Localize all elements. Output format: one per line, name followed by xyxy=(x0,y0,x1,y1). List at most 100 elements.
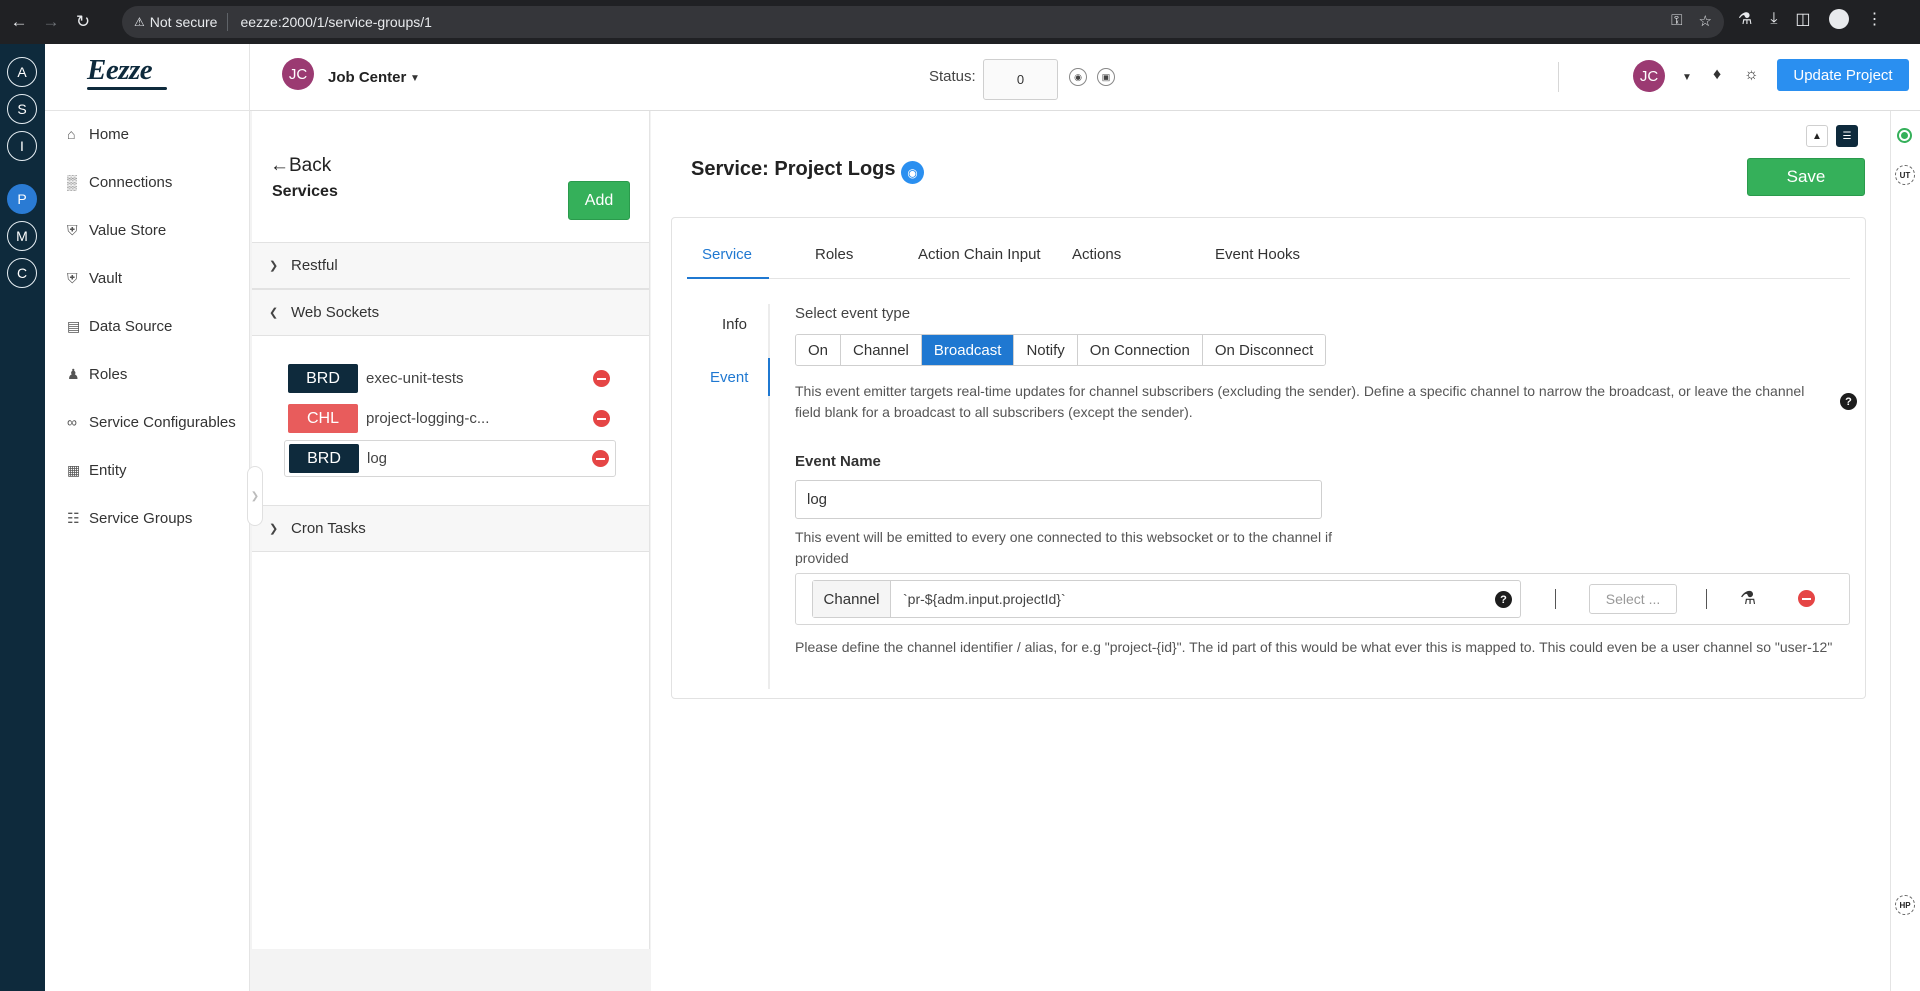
menu-dots-icon[interactable]: ⋮ xyxy=(1867,9,1883,29)
chevron-down-icon[interactable]: ▼ xyxy=(410,73,420,84)
chevron-right-icon: ❯ xyxy=(269,523,279,535)
service-name: exec-unit-tests xyxy=(366,370,464,387)
right-utility-strip: UT HP xyxy=(1890,111,1920,991)
user-avatar[interactable]: JC xyxy=(1633,60,1665,92)
project-avatar[interactable]: JC xyxy=(282,58,314,90)
top-header: JC Job Center ▼ Status: 0 ◉ ▣ JC ▼ ♦ ☼ U… xyxy=(250,44,1920,111)
rail-button-c[interactable]: C xyxy=(7,258,37,288)
eye-icon[interactable]: ◉ xyxy=(901,161,924,184)
event-name-label: Event Name xyxy=(795,453,881,470)
service-item-exec-unit-tests[interactable]: BRD exec-unit-tests xyxy=(284,360,616,397)
channel-hint: Please define the channel identifier / a… xyxy=(795,639,1833,655)
channel-label: Channel xyxy=(813,581,891,617)
test-flask-icon[interactable]: ⚗ xyxy=(1740,588,1756,609)
group-restful[interactable]: ❯ Restful xyxy=(252,242,649,289)
side-panel-icon[interactable]: ◫ xyxy=(1795,9,1810,29)
group-web-sockets[interactable]: ❮ Web Sockets xyxy=(252,289,649,336)
rail-button-p[interactable]: P xyxy=(7,184,37,214)
event-type-channel[interactable]: Channel xyxy=(841,335,922,365)
back-link[interactable]: ←Back xyxy=(270,155,331,177)
sidebar-item-service-groups[interactable]: ☷ Service Groups xyxy=(67,506,192,530)
logo[interactable]: Eezze xyxy=(87,54,153,87)
service-item-project-logging[interactable]: CHL project-logging-c... xyxy=(284,400,616,437)
rail-button-m[interactable]: M xyxy=(7,221,37,251)
back-arrow-icon[interactable]: ← xyxy=(6,9,32,35)
table-icon: ▦ xyxy=(67,461,81,478)
profile-icon[interactable] xyxy=(1828,9,1849,29)
url-text: eezze:2000/1/service-groups/1 xyxy=(240,14,432,30)
tab-roles[interactable]: Roles xyxy=(815,246,853,263)
rail-button-i[interactable]: I xyxy=(7,131,37,161)
remove-icon[interactable] xyxy=(593,370,610,387)
save-button[interactable]: Save xyxy=(1747,158,1865,196)
stop-icon[interactable]: ▣ xyxy=(1097,68,1115,86)
panel-collapse-handle[interactable]: ❯ xyxy=(247,466,263,526)
form-view-icon[interactable]: ☰ xyxy=(1836,125,1858,147)
rail-button-s[interactable]: S xyxy=(7,94,37,124)
project-name[interactable]: Job Center xyxy=(328,69,406,86)
mapping-select[interactable]: Select ... xyxy=(1589,584,1677,614)
event-name-input[interactable]: log xyxy=(795,480,1322,519)
event-type-on-disconnect[interactable]: On Disconnect xyxy=(1202,335,1326,365)
subnav-event[interactable]: Event xyxy=(710,369,748,386)
event-type-selector: On Channel Broadcast Notify On Connectio… xyxy=(795,334,1327,366)
workspace-rail: A S I P M C xyxy=(0,44,45,991)
update-project-button[interactable]: Update Project xyxy=(1777,59,1909,91)
remove-icon[interactable] xyxy=(1798,590,1815,607)
remove-icon[interactable] xyxy=(592,450,609,467)
channel-input-group: Channel `pr-${adm.input.projectId}` ? xyxy=(812,580,1521,618)
tab-action-chain-input[interactable]: Action Chain Input xyxy=(918,246,1041,263)
database-icon: ▤ xyxy=(67,317,81,334)
event-type-broadcast[interactable]: Broadcast xyxy=(921,335,1015,365)
service-item-log[interactable]: BRD log xyxy=(284,440,616,477)
channel-input[interactable]: `pr-${adm.input.projectId}` xyxy=(903,591,1066,607)
sidebar-item-vault[interactable]: ⛨ Vault xyxy=(67,266,122,290)
sidebar-item-data-source[interactable]: ▤ Data Source xyxy=(67,314,172,338)
graph-view-icon[interactable]: ▲ xyxy=(1806,125,1828,147)
event-type-label: Select event type xyxy=(795,305,911,322)
tab-actions[interactable]: Actions xyxy=(1072,246,1121,263)
bug-icon[interactable]: ☼ xyxy=(1744,66,1759,84)
key-icon[interactable]: ⚿ xyxy=(1671,12,1682,30)
sidebar-item-roles[interactable]: ♟ Roles xyxy=(67,362,127,386)
sidebar-item-service-configurables[interactable]: ∞ Service Configurables xyxy=(67,410,236,434)
event-description: This event emitter targets real-time upd… xyxy=(795,383,1805,420)
event-type-on-connection[interactable]: On Connection xyxy=(1077,335,1203,365)
group-label: Web Sockets xyxy=(291,304,380,321)
tab-event-hooks[interactable]: Event Hooks xyxy=(1215,246,1300,263)
address-bar[interactable]: ⚠ Not secure eezze:2000/1/service-groups… xyxy=(122,6,1724,38)
event-type-on[interactable]: On xyxy=(796,335,842,365)
forward-arrow-icon[interactable]: → xyxy=(38,9,64,35)
reload-icon[interactable]: ↻ xyxy=(70,9,96,35)
chevron-down-icon: ❮ xyxy=(269,307,279,319)
bell-icon[interactable]: ♦ xyxy=(1713,66,1721,84)
active-tab-indicator xyxy=(687,277,769,279)
subnav-info[interactable]: Info xyxy=(722,316,747,333)
bookmark-star-icon[interactable]: ☆ xyxy=(1699,12,1712,30)
hp-badge[interactable]: HP xyxy=(1895,895,1915,915)
ut-badge[interactable]: UT xyxy=(1895,165,1915,185)
sidebar-item-entity[interactable]: ▦ Entity xyxy=(67,458,127,482)
status-indicator-icon[interactable] xyxy=(1897,128,1912,143)
divider xyxy=(1706,589,1707,609)
download-icon[interactable]: ⤓ xyxy=(1770,10,1777,28)
add-service-button[interactable]: Add xyxy=(568,181,630,220)
chevron-down-icon[interactable]: ▼ xyxy=(1682,72,1692,83)
remove-icon[interactable] xyxy=(593,410,610,427)
sidebar-item-value-store[interactable]: ⛨ Value Store xyxy=(67,218,166,242)
logo-underline xyxy=(87,87,167,90)
sidebar-item-home[interactable]: ⌂ Home xyxy=(67,122,129,146)
rail-button-a[interactable]: A xyxy=(7,57,37,87)
sidebar-item-label: Connections xyxy=(89,173,173,191)
event-type-notify[interactable]: Notify xyxy=(1014,335,1078,365)
help-icon[interactable]: ? xyxy=(1840,393,1857,410)
eye-icon[interactable]: ◉ xyxy=(1069,68,1087,86)
service-name: log xyxy=(367,450,388,467)
warning-icon: ⚠ xyxy=(134,15,145,29)
labs-flask-icon[interactable]: ⚗ xyxy=(1738,9,1752,29)
sidebar-item-label: Service Configurables xyxy=(89,413,236,431)
tab-service[interactable]: Service xyxy=(702,246,752,263)
sidebar-item-connections[interactable]: ▒ Connections xyxy=(67,170,172,194)
group-cron-tasks[interactable]: ❯ Cron Tasks xyxy=(252,505,649,552)
help-icon[interactable]: ? xyxy=(1495,591,1512,608)
